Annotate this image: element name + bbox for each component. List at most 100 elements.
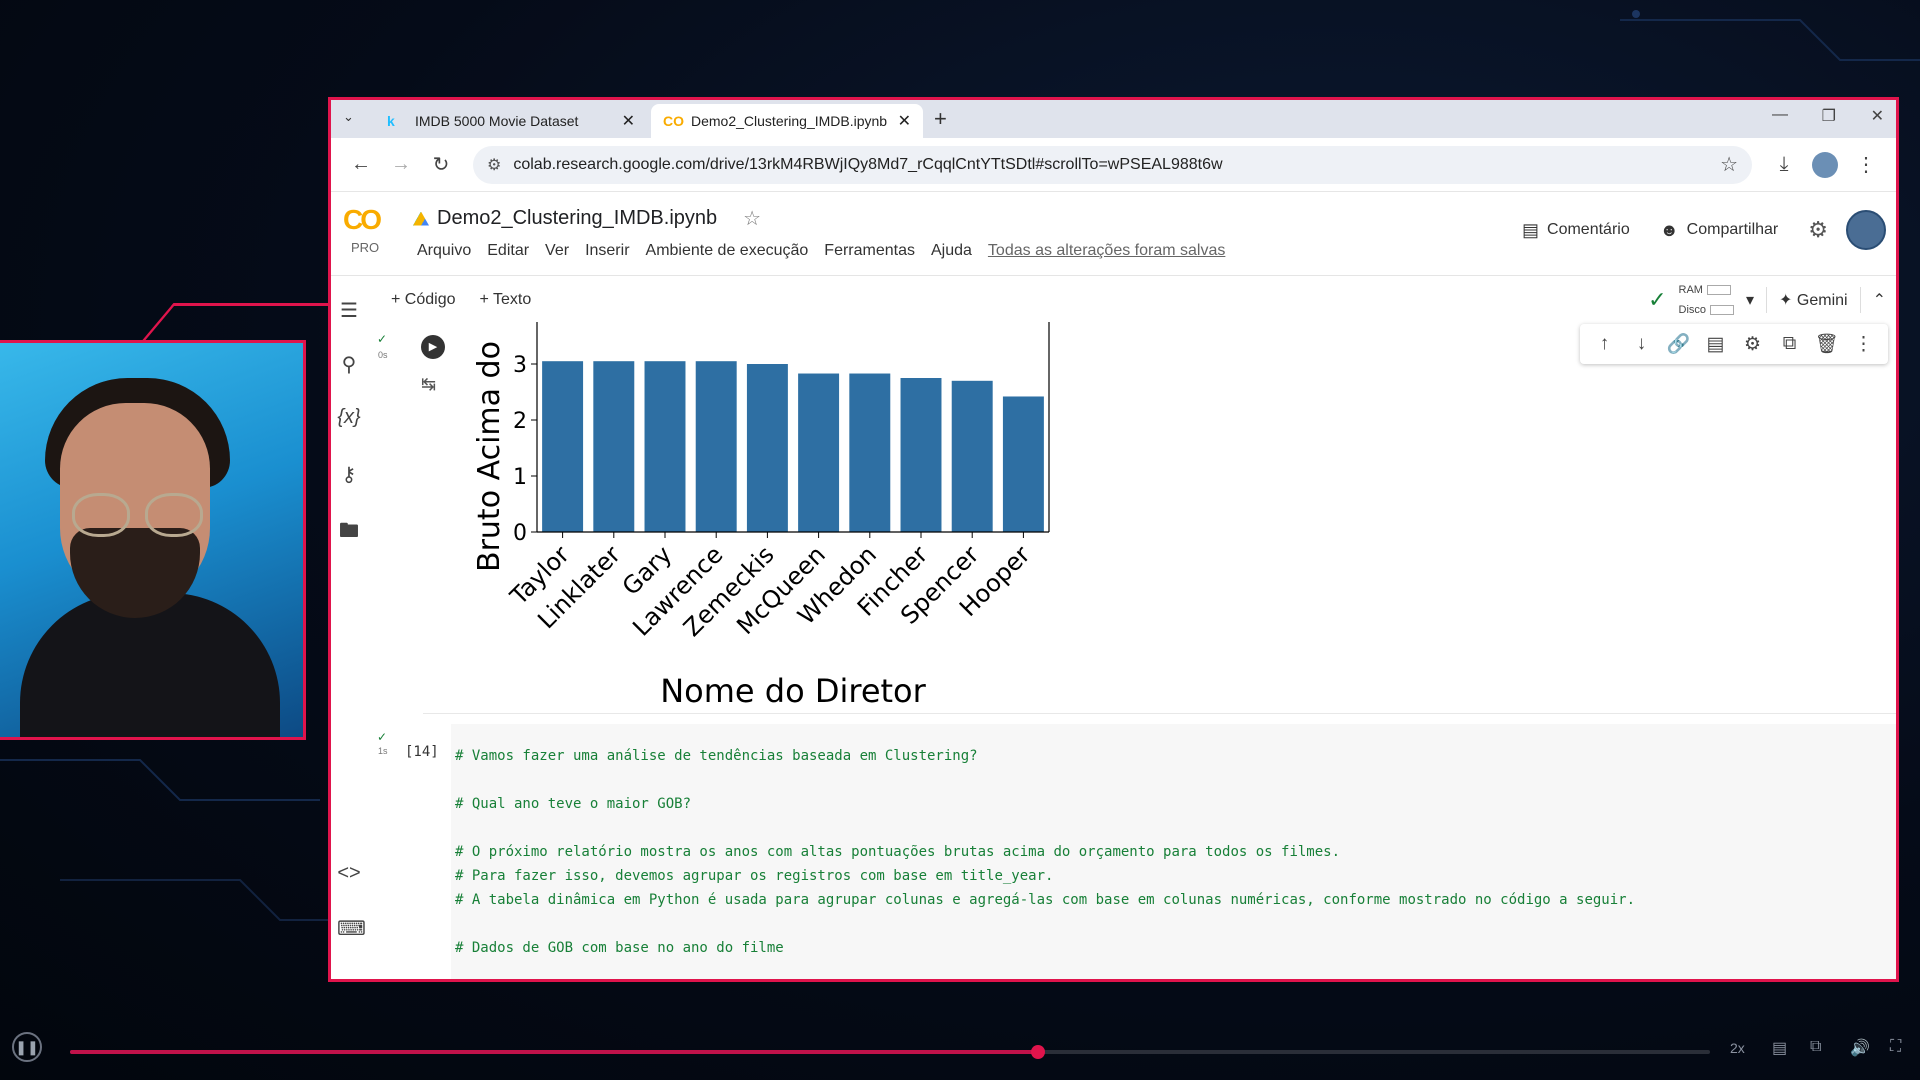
- comment-label: Comentário: [1547, 221, 1630, 238]
- drive-icon: [413, 211, 429, 226]
- y-tick-label: 3: [513, 353, 527, 378]
- code-cell-output[interactable]: ✓ 0s ▶ ↹ Taylor Linklater Gary Lawrence Zeme…: [367, 322, 1896, 714]
- link-icon[interactable]: 🔗: [1660, 332, 1697, 356]
- back-icon[interactable]: ←: [341, 153, 381, 176]
- disk-label: Disco: [1678, 304, 1707, 316]
- close-tab-icon[interactable]: ✕: [622, 111, 635, 131]
- download-icon[interactable]: ⤓: [1764, 153, 1804, 176]
- colab-header: CO PRO Demo2_Clustering_IMDB.ipynb ☆ Arq…: [331, 192, 1896, 276]
- new-tab-icon[interactable]: +: [934, 106, 947, 132]
- captions-icon[interactable]: ▤: [1772, 1038, 1787, 1058]
- variables-icon[interactable]: {x}: [337, 406, 361, 429]
- bookmark-star-icon[interactable]: ☆: [1720, 152, 1738, 177]
- tab-title: Demo2_Clustering_IMDB.ipynb: [691, 113, 888, 129]
- colab-logo[interactable]: CO: [343, 204, 391, 236]
- y-tick-label: 2: [513, 409, 527, 434]
- files-folder-icon[interactable]: 🖿: [337, 516, 361, 550]
- star-notebook-icon[interactable]: ☆: [743, 206, 761, 231]
- notebook-toolbar: + Código + Texto ✓ RAM Disco ▾ ✦ Gemini …: [367, 278, 1896, 322]
- delete-cell-icon[interactable]: 🗑: [1808, 332, 1845, 356]
- tab-title: IMDB 5000 Movie Dataset: [415, 113, 579, 129]
- minimize-icon[interactable]: —: [1772, 106, 1788, 124]
- seek-handle[interactable]: [1030, 1045, 1045, 1059]
- header-actions: ▤ Comentário ☻ Compartilhar ⚙: [1522, 210, 1896, 250]
- bar: [951, 380, 993, 532]
- bar-chart: TaylorLinklaterGaryLawrenceZemeckisMcQue…: [472, 322, 1050, 710]
- account-avatar[interactable]: [1846, 210, 1886, 250]
- code-line: # O próximo relatório mostra os anos com…: [455, 844, 1341, 860]
- close-tab-icon[interactable]: ✕: [898, 111, 911, 131]
- bar: [849, 373, 891, 532]
- bar: [1002, 396, 1044, 532]
- menu-ferramentas[interactable]: Ferramentas: [816, 242, 923, 260]
- bar: [900, 378, 942, 532]
- browser-menu-icon[interactable]: ⋮: [1846, 152, 1886, 177]
- command-palette-icon[interactable]: ⌨: [337, 916, 366, 941]
- forward-icon[interactable]: →: [381, 153, 421, 176]
- site-settings-icon[interactable]: ⚙: [487, 155, 501, 175]
- pause-button[interactable]: ❚❚: [12, 1032, 42, 1062]
- tab-colab-notebook[interactable]: CO Demo2_Clustering_IMDB.ipynb ✕: [651, 104, 923, 138]
- collapse-header-icon[interactable]: ⌃: [1873, 290, 1886, 310]
- ram-label: RAM: [1678, 284, 1703, 296]
- address-bar: ← → ↻ ⚙ colab.research.google.com/drive/…: [331, 138, 1896, 192]
- table-of-contents-icon[interactable]: ☰: [337, 298, 361, 323]
- fullscreen-icon[interactable]: ⛶: [1890, 1038, 1901, 1056]
- seek-bar[interactable]: [70, 1045, 1710, 1059]
- volume-icon[interactable]: 🔊: [1850, 1038, 1870, 1058]
- share-button[interactable]: ☻ Compartilhar: [1660, 220, 1779, 241]
- comment-button[interactable]: ▤ Comentário: [1522, 220, 1630, 241]
- close-window-icon[interactable]: ✕: [1871, 106, 1884, 126]
- mirror-cell-icon[interactable]: ⧉: [1771, 333, 1808, 355]
- gemini-label: Gemini: [1796, 292, 1848, 309]
- notebook-title[interactable]: Demo2_Clustering_IMDB.ipynb: [437, 207, 717, 230]
- kaggle-icon: k: [387, 113, 395, 129]
- add-code-button[interactable]: + Código: [391, 291, 456, 309]
- save-status[interactable]: Todas as alterações foram salvas: [980, 242, 1233, 260]
- add-text-button[interactable]: + Texto: [480, 291, 532, 309]
- menu-ambiente[interactable]: Ambiente de execução: [638, 242, 817, 260]
- restore-icon[interactable]: ❐: [1822, 106, 1836, 126]
- tab-imdb-dataset[interactable]: k IMDB 5000 Movie Dataset ✕: [375, 104, 647, 138]
- profile-avatar[interactable]: [1812, 151, 1838, 178]
- bar: [593, 361, 635, 532]
- url-field[interactable]: ⚙ colab.research.google.com/drive/13rkM4…: [473, 145, 1752, 184]
- menu-ajuda[interactable]: Ajuda: [923, 242, 980, 260]
- comment-cell-icon[interactable]: ▤: [1697, 333, 1734, 356]
- cell-settings-icon[interactable]: ⚙: [1734, 333, 1771, 356]
- search-icon[interactable]: ⚲: [337, 352, 361, 377]
- resource-meter[interactable]: RAM Disco: [1679, 280, 1735, 320]
- move-up-icon[interactable]: ↑: [1586, 333, 1623, 355]
- more-options-icon[interactable]: ⋮: [1845, 333, 1882, 356]
- code-line: # Qual ano teve o maior GOB?: [455, 796, 692, 812]
- browser-window: ⌄ k IMDB 5000 Movie Dataset ✕ CO Demo2_C…: [328, 97, 1899, 982]
- people-icon: ☻: [1659, 219, 1679, 240]
- menu-inserir[interactable]: Inserir: [577, 242, 637, 260]
- runtime-dropdown-icon[interactable]: ▾: [1746, 290, 1754, 310]
- bar: [542, 361, 584, 532]
- menu-ver[interactable]: Ver: [537, 242, 577, 260]
- code-line: # Dados de GOB com base no ano do filme: [455, 940, 784, 956]
- cell-exec-time: 1s: [378, 746, 388, 756]
- code-cell[interactable]: ✓ 1s [14] # Vamos fazer uma análise de t…: [367, 724, 1896, 979]
- move-down-icon[interactable]: ↓: [1623, 333, 1660, 355]
- picture-in-picture-icon[interactable]: ⧉: [1810, 1038, 1821, 1056]
- code-snippets-icon[interactable]: <>: [337, 862, 361, 885]
- code-line: # A tabela dinâmica em Python é usada pa…: [455, 892, 1636, 908]
- tab-strip: ⌄ k IMDB 5000 Movie Dataset ✕ CO Demo2_C…: [331, 100, 1896, 138]
- code-text[interactable]: # Vamos fazer uma análise de tendências …: [455, 744, 1635, 960]
- tab-search-icon[interactable]: ⌄: [343, 109, 354, 125]
- menu-arquivo[interactable]: Arquivo: [409, 242, 479, 260]
- executed-check-icon: ✓: [377, 730, 388, 744]
- y-tick-label: 1: [513, 465, 527, 490]
- webcam-feed: [0, 340, 306, 740]
- cell-exec-time: 0s: [378, 350, 388, 360]
- gemini-button[interactable]: ✦ Gemini: [1779, 290, 1848, 310]
- settings-icon[interactable]: ⚙: [1808, 217, 1828, 243]
- playback-speed[interactable]: 2x: [1730, 1040, 1745, 1056]
- secrets-key-icon[interactable]: ⚷: [337, 462, 361, 487]
- menu-editar[interactable]: Editar: [479, 242, 537, 260]
- reload-icon[interactable]: ↻: [421, 152, 461, 177]
